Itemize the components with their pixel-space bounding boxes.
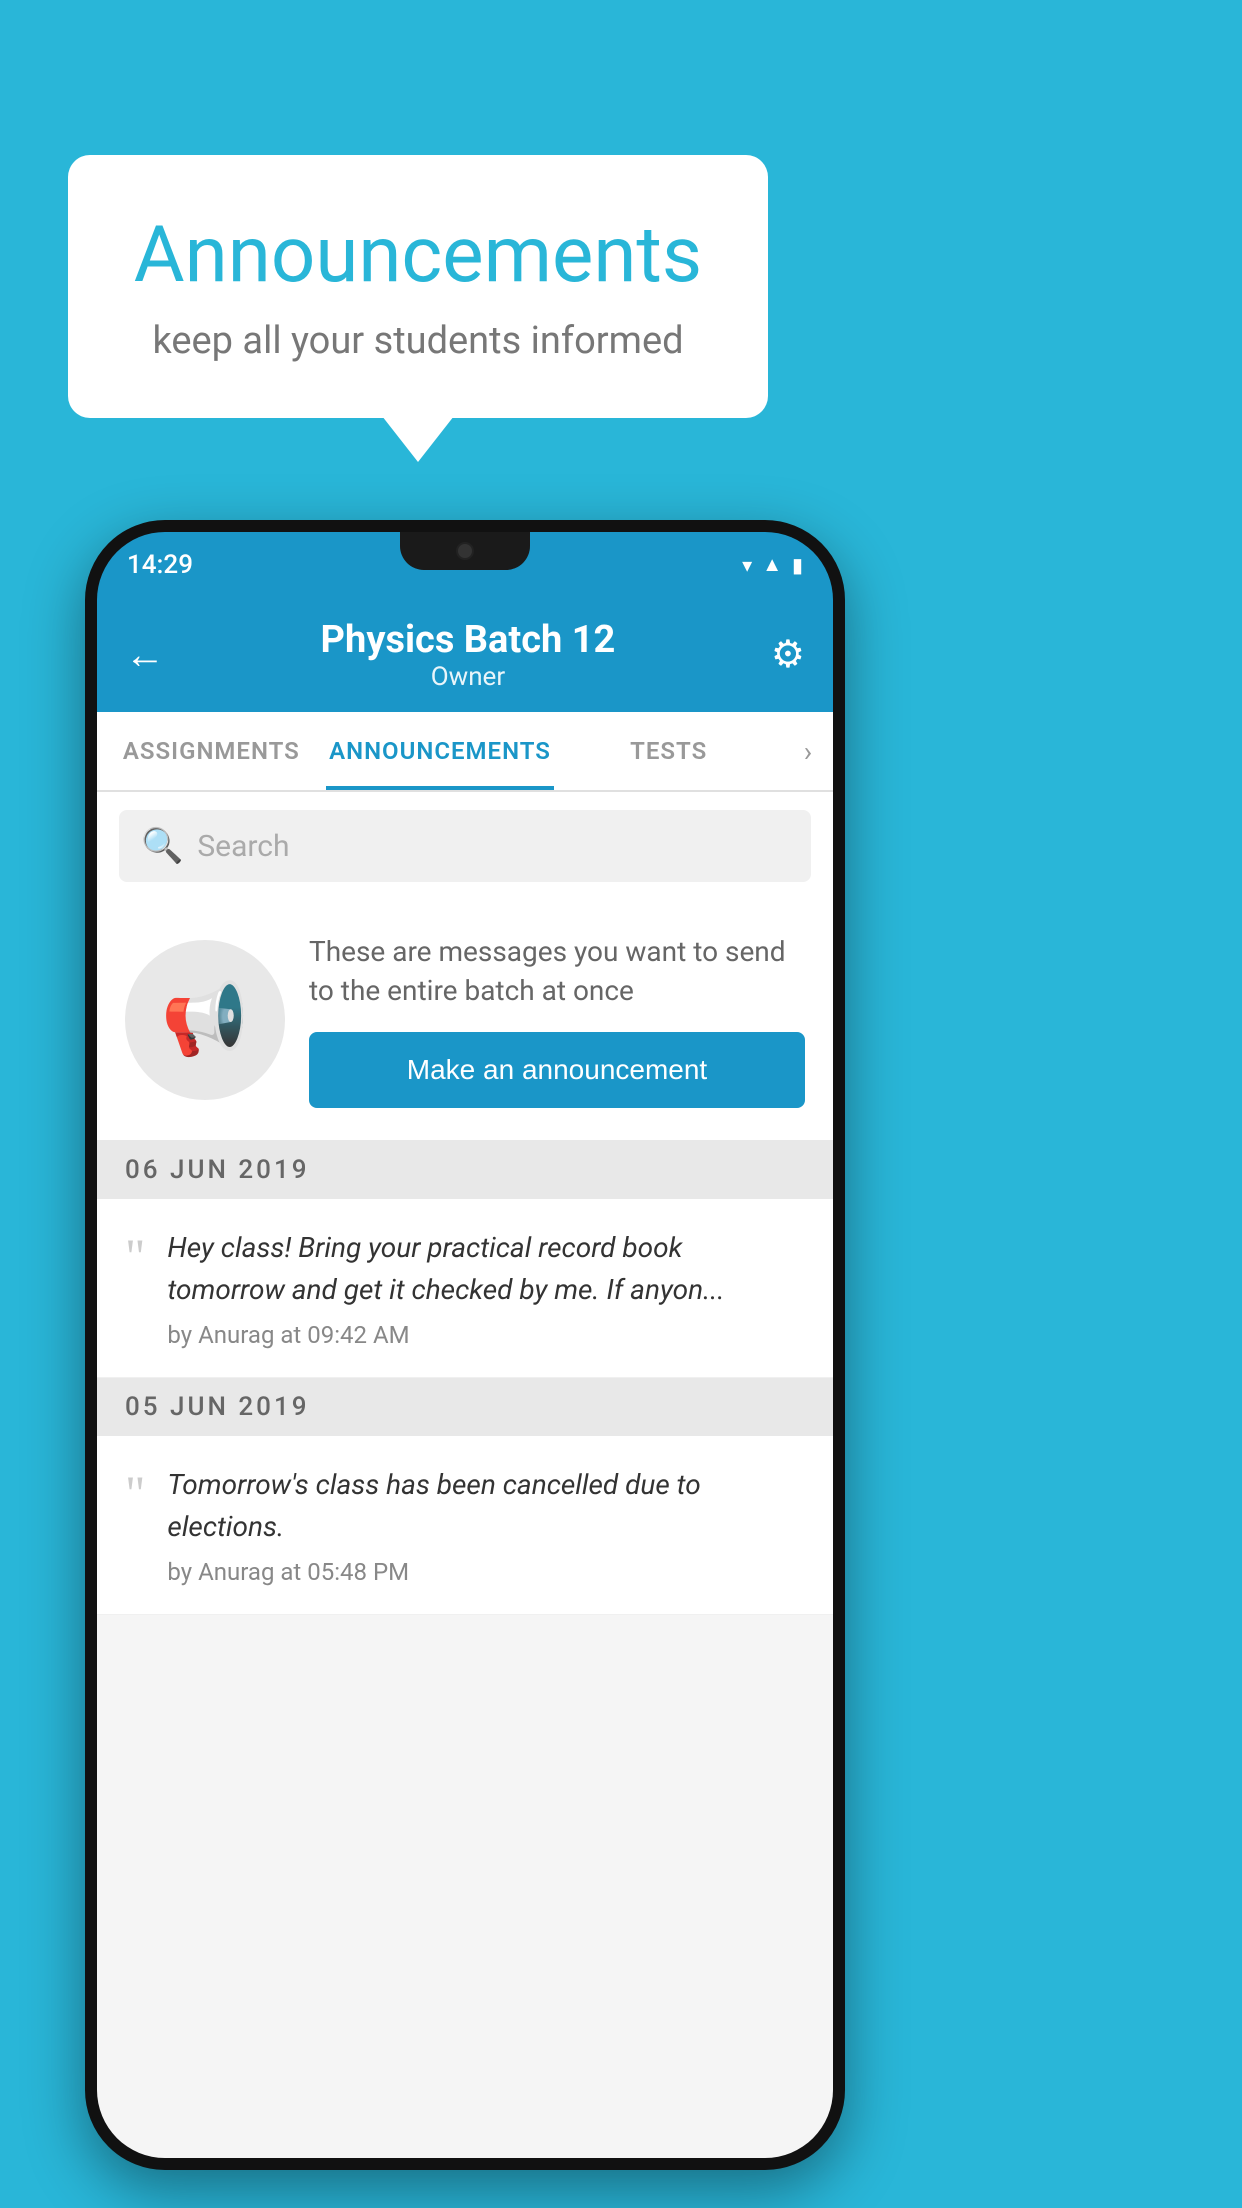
volume-up-button bbox=[89, 852, 97, 932]
search-bar[interactable]: 🔍 Search bbox=[119, 810, 811, 882]
make-announcement-button[interactable]: Make an announcement bbox=[309, 1032, 805, 1108]
announcement-message-2: Tomorrow's class has been cancelled due … bbox=[167, 1464, 805, 1548]
speech-bubble-subtitle: keep all your students informed bbox=[128, 319, 708, 363]
quote-icon-1: " bbox=[125, 1231, 145, 1281]
tab-assignments[interactable]: ASSIGNMENTS bbox=[97, 712, 326, 790]
speech-bubble-wrapper: Announcements keep all your students inf… bbox=[68, 155, 768, 418]
tabs-bar: ASSIGNMENTS ANNOUNCEMENTS TESTS › bbox=[97, 712, 833, 792]
announcement-text-1: Hey class! Bring your practical record b… bbox=[167, 1227, 805, 1349]
date-separator-2: 05 JUN 2019 bbox=[97, 1378, 833, 1436]
megaphone-circle: 📢 bbox=[125, 940, 285, 1100]
camera bbox=[456, 542, 474, 560]
header-subtitle: Owner bbox=[321, 662, 616, 692]
announcement-author-1: by Anurag at 09:42 AM bbox=[167, 1321, 805, 1349]
tab-announcements[interactable]: ANNOUNCEMENTS bbox=[326, 712, 555, 790]
promo-description: These are messages you want to send to t… bbox=[309, 932, 805, 1010]
date-label-1: 06 JUN 2019 bbox=[125, 1155, 310, 1185]
date-label-2: 05 JUN 2019 bbox=[125, 1392, 310, 1422]
search-bar-container: 🔍 Search bbox=[97, 792, 833, 900]
status-bar: 14:29 ▾ ▲ ▮ bbox=[97, 532, 833, 597]
tabs-more-button[interactable]: › bbox=[783, 712, 833, 790]
settings-icon[interactable]: ⚙ bbox=[771, 632, 805, 677]
announcement-item-2[interactable]: " Tomorrow's class has been cancelled du… bbox=[97, 1436, 833, 1615]
status-icons: ▾ ▲ ▮ bbox=[742, 552, 803, 577]
header-title: Physics Batch 12 bbox=[321, 618, 616, 662]
announcement-author-2: by Anurag at 05:48 PM bbox=[167, 1558, 805, 1586]
phone-content: 🔍 Search 📢 These are messages you want t… bbox=[97, 792, 833, 2158]
search-icon: 🔍 bbox=[141, 826, 183, 866]
notch bbox=[400, 532, 530, 570]
date-separator-1: 06 JUN 2019 bbox=[97, 1141, 833, 1199]
tab-tests[interactable]: TESTS bbox=[554, 712, 783, 790]
search-placeholder: Search bbox=[197, 829, 289, 864]
app-header: ← Physics Batch 12 Owner ⚙ bbox=[97, 597, 833, 712]
volume-down-button bbox=[89, 962, 97, 1042]
status-time: 14:29 bbox=[127, 550, 193, 580]
power-button bbox=[833, 912, 841, 1042]
back-button[interactable]: ← bbox=[125, 631, 165, 678]
speech-bubble-title: Announcements bbox=[128, 210, 708, 301]
header-center: Physics Batch 12 Owner bbox=[321, 618, 616, 692]
megaphone-icon: 📢 bbox=[161, 979, 248, 1061]
phone-frame: 14:29 ▾ ▲ ▮ ← Physics Batch 12 Owner ⚙ A… bbox=[85, 520, 845, 2170]
wifi-icon: ▾ bbox=[742, 553, 752, 577]
announcement-promo-card: 📢 These are messages you want to send to… bbox=[97, 900, 833, 1141]
promo-right: These are messages you want to send to t… bbox=[309, 932, 805, 1108]
announcement-item-1[interactable]: " Hey class! Bring your practical record… bbox=[97, 1199, 833, 1378]
quote-icon-2: " bbox=[125, 1468, 145, 1518]
announcement-message-1: Hey class! Bring your practical record b… bbox=[167, 1227, 805, 1311]
battery-icon: ▮ bbox=[792, 553, 803, 577]
speech-bubble: Announcements keep all your students inf… bbox=[68, 155, 768, 418]
announcement-text-2: Tomorrow's class has been cancelled due … bbox=[167, 1464, 805, 1586]
signal-icon: ▲ bbox=[762, 552, 782, 577]
